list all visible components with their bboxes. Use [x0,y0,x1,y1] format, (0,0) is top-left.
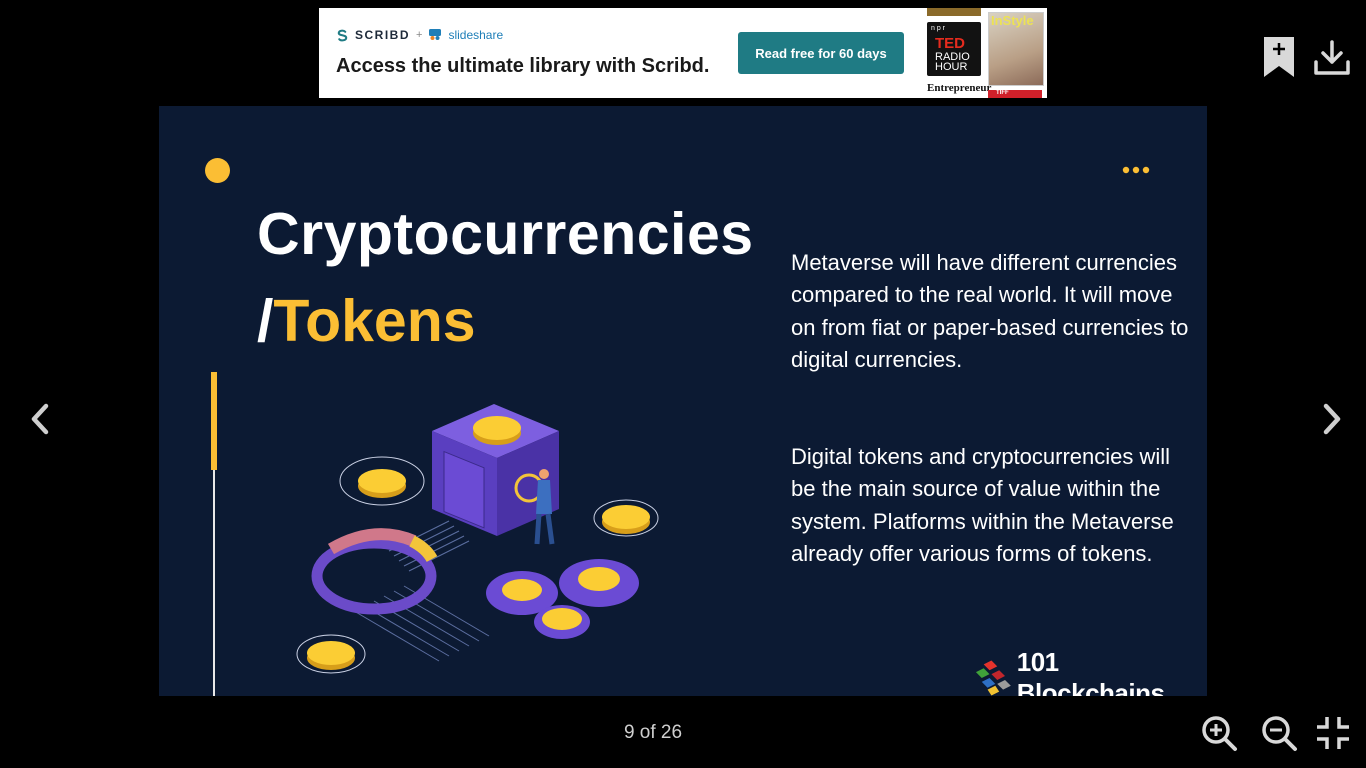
scribd-wordmark: SCRIBD [355,28,411,42]
magazine-strip [927,8,981,16]
title-tokens: Tokens [273,288,476,354]
slide-page: Cryptocurrencies /Tokens Metaverse will … [159,106,1207,696]
exit-fullscreen-icon[interactable] [1314,714,1352,752]
slideshare-logo-icon [429,29,442,40]
chevron-left-icon[interactable] [26,402,54,436]
slide-title-line1: Cryptocurrencies [257,201,754,267]
zoom-in-icon[interactable] [1200,714,1238,752]
slideshare-wordmark: slideshare [448,28,504,42]
title-slash: / [257,288,274,354]
instyle-magazine-cover: InStyle [988,12,1044,86]
entrepreneur-tile: Entrepreneur [927,82,992,94]
logo-text: 101 Blockchains [1016,647,1165,696]
ted-radio-hour-tile: n p r TED RADIO HOUR [927,22,981,76]
slide-paragraph-1: Metaverse will have different currencies… [791,250,1189,372]
ellipsis-decoration-icon [1122,166,1150,174]
101-blockchains-logo: 101 Blockchains [974,647,1207,696]
download-icon[interactable] [1313,40,1351,76]
crypto-vault-illustration [296,404,659,674]
instyle-title: InStyle [991,13,1034,28]
read-free-button[interactable]: Read free for 60 days [738,32,904,74]
zoom-out-icon[interactable] [1260,714,1298,752]
radio-hour-label: RADIO HOUR [935,51,970,73]
tiff-tile: TIFF [988,90,1042,98]
slide-paragraph-2: Digital tokens and cryptocurrencies will… [791,444,1174,566]
ted-label: TED [935,35,965,52]
chevron-right-icon[interactable] [1318,402,1346,436]
ad-headline: Access the ultimate library with Scribd. [336,55,710,77]
scribd-ad-banner[interactable]: SCRIBD + slideshare Access the ultimate … [319,8,1047,98]
scribd-logo-icon [337,29,348,41]
blockchain-cubes-icon [975,660,1011,696]
page-indicator: 9 of 26 [623,722,683,743]
bookmark-add-icon[interactable] [1262,36,1296,78]
vertical-accent-bar [211,372,217,470]
slide-title-line2: /Tokens [257,286,476,356]
npr-label: n p r [931,25,946,32]
decorative-dot [205,158,230,183]
ad-brand: SCRIBD + slideshare [336,28,503,42]
brand-plus: + [416,29,423,41]
